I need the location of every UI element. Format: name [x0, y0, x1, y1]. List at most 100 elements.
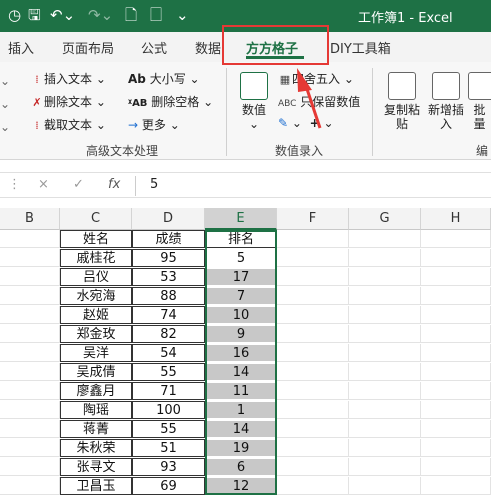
table-cell[interactable]: 54 [132, 344, 205, 362]
table-cell[interactable]: 戚桂花 [60, 249, 132, 267]
table-cell[interactable]: 赵姬 [60, 306, 132, 324]
empty-cell[interactable] [421, 439, 491, 457]
tab-formulas[interactable]: 公式 [141, 38, 167, 57]
table-cell[interactable]: 71 [132, 382, 205, 400]
empty-cell[interactable] [0, 344, 60, 362]
empty-cell[interactable] [421, 458, 491, 476]
empty-cell[interactable] [421, 477, 491, 495]
table-cell[interactable]: 吴洋 [60, 344, 132, 362]
batch-button[interactable]: 批量 [468, 72, 491, 131]
empty-cell[interactable] [277, 458, 349, 476]
copy-paste-button[interactable]: 复制粘贴 [380, 72, 424, 131]
column-header-b[interactable]: B [0, 208, 60, 230]
empty-cell[interactable] [0, 420, 60, 438]
empty-cell[interactable] [349, 458, 421, 476]
save-icon[interactable]: 🖫 [28, 5, 41, 25]
empty-cell[interactable] [277, 363, 349, 381]
empty-cell[interactable] [421, 306, 491, 324]
empty-cell[interactable] [0, 363, 60, 381]
empty-cell[interactable] [0, 325, 60, 343]
value-button[interactable]: 数值 ⌄ [234, 72, 274, 131]
empty-cell[interactable] [277, 268, 349, 286]
table-cell[interactable]: 张寻文 [60, 458, 132, 476]
empty-cell[interactable] [421, 230, 491, 248]
empty-cell[interactable] [0, 249, 60, 267]
tab-data[interactable]: 数据 [195, 38, 221, 57]
column-header-h[interactable]: H [421, 208, 491, 230]
empty-cell[interactable] [349, 344, 421, 362]
new-insert-button[interactable]: 新增插入 [424, 72, 468, 131]
empty-cell[interactable] [0, 458, 60, 476]
empty-cell[interactable] [421, 401, 491, 419]
empty-cell[interactable] [349, 477, 421, 495]
empty-cell[interactable] [277, 477, 349, 495]
table-header-cell[interactable]: 排名 [205, 230, 277, 248]
empty-cell[interactable] [0, 230, 60, 248]
rank-cell[interactable]: 17 [205, 268, 277, 286]
empty-cell[interactable] [421, 325, 491, 343]
empty-cell[interactable] [277, 287, 349, 305]
table-cell[interactable]: 69 [132, 477, 205, 495]
empty-cell[interactable] [349, 363, 421, 381]
empty-cell[interactable] [349, 325, 421, 343]
empty-cell[interactable] [277, 344, 349, 362]
empty-cell[interactable] [421, 344, 491, 362]
table-cell[interactable]: 74 [132, 306, 205, 324]
tab-page-layout[interactable]: 页面布局 [62, 38, 114, 57]
table-cell[interactable]: 吴成倩 [60, 363, 132, 381]
empty-cell[interactable] [0, 382, 60, 400]
undo-icon[interactable]: ↶⌄ [50, 5, 75, 25]
edit-button[interactable]: ✎ ⌄ + ⌄ [278, 116, 334, 130]
worksheet-grid[interactable]: 姓名 成绩 排名 戚桂花 95 5 吕仪 53 17 水宛海 88 7 赵姬 74 10 郑金玫 82 9 吴洋 54… [0, 230, 491, 495]
ribbon-overflow-icon-2[interactable]: ⌄ [0, 97, 10, 111]
empty-cell[interactable] [421, 382, 491, 400]
customize-icon[interactable]: ⌄ [176, 5, 189, 25]
rank-cell[interactable]: 14 [205, 363, 277, 381]
tab-insert[interactable]: 插入 [8, 38, 34, 57]
empty-cell[interactable] [421, 287, 491, 305]
rank-cell[interactable]: 7 [205, 287, 277, 305]
cancel-icon[interactable]: × [38, 177, 49, 192]
table-cell[interactable]: 93 [132, 458, 205, 476]
ribbon-overflow-icon-3[interactable]: ⌄ [0, 120, 10, 134]
rank-cell[interactable]: 9 [205, 325, 277, 343]
insert-function-icon[interactable]: fx [108, 177, 120, 192]
formula-input[interactable]: 5 [150, 177, 158, 192]
column-header-d[interactable]: D [132, 208, 205, 230]
table-cell[interactable]: 55 [132, 363, 205, 381]
delete-text-button[interactable]: ✗ 删除文本 ⌄ [30, 93, 106, 110]
table-cell[interactable]: 卫昌玉 [60, 477, 132, 495]
rank-cell[interactable]: 16 [205, 344, 277, 362]
empty-cell[interactable] [277, 439, 349, 457]
table-cell[interactable]: 郑金玫 [60, 325, 132, 343]
empty-cell[interactable] [0, 477, 60, 495]
rank-cell[interactable]: 5 [205, 249, 277, 267]
rank-cell[interactable]: 12 [205, 477, 277, 495]
empty-cell[interactable] [349, 249, 421, 267]
table-cell[interactable]: 蒋菁 [60, 420, 132, 438]
empty-cell[interactable] [349, 439, 421, 457]
empty-cell[interactable] [349, 420, 421, 438]
empty-cell[interactable] [421, 420, 491, 438]
table-cell[interactable]: 53 [132, 268, 205, 286]
table-cell[interactable]: 95 [132, 249, 205, 267]
tab-diy-toolbox[interactable]: DIY工具箱 [330, 38, 391, 57]
column-header-f[interactable]: F [277, 208, 349, 230]
table-cell[interactable]: 水宛海 [60, 287, 132, 305]
keep-value-button[interactable]: ABC 只保留数值 [278, 93, 360, 110]
column-header-c[interactable]: C [60, 208, 132, 230]
table-cell[interactable]: 吕仪 [60, 268, 132, 286]
round-button[interactable]: ▦ 四舍五入 ⌄ [278, 70, 354, 87]
empty-cell[interactable] [349, 287, 421, 305]
empty-cell[interactable] [0, 306, 60, 324]
table-cell[interactable]: 55 [132, 420, 205, 438]
rank-cell[interactable]: 14 [205, 420, 277, 438]
rank-cell[interactable]: 10 [205, 306, 277, 324]
empty-cell[interactable] [349, 401, 421, 419]
delete-space-button[interactable]: ᵡAB 删除空格 ⌄ [128, 93, 213, 110]
redo-icon[interactable]: ↷⌄ [88, 5, 113, 25]
rank-cell[interactable]: 1 [205, 401, 277, 419]
empty-cell[interactable] [349, 230, 421, 248]
table-cell[interactable]: 82 [132, 325, 205, 343]
table-header-cell[interactable]: 成绩 [132, 230, 205, 248]
